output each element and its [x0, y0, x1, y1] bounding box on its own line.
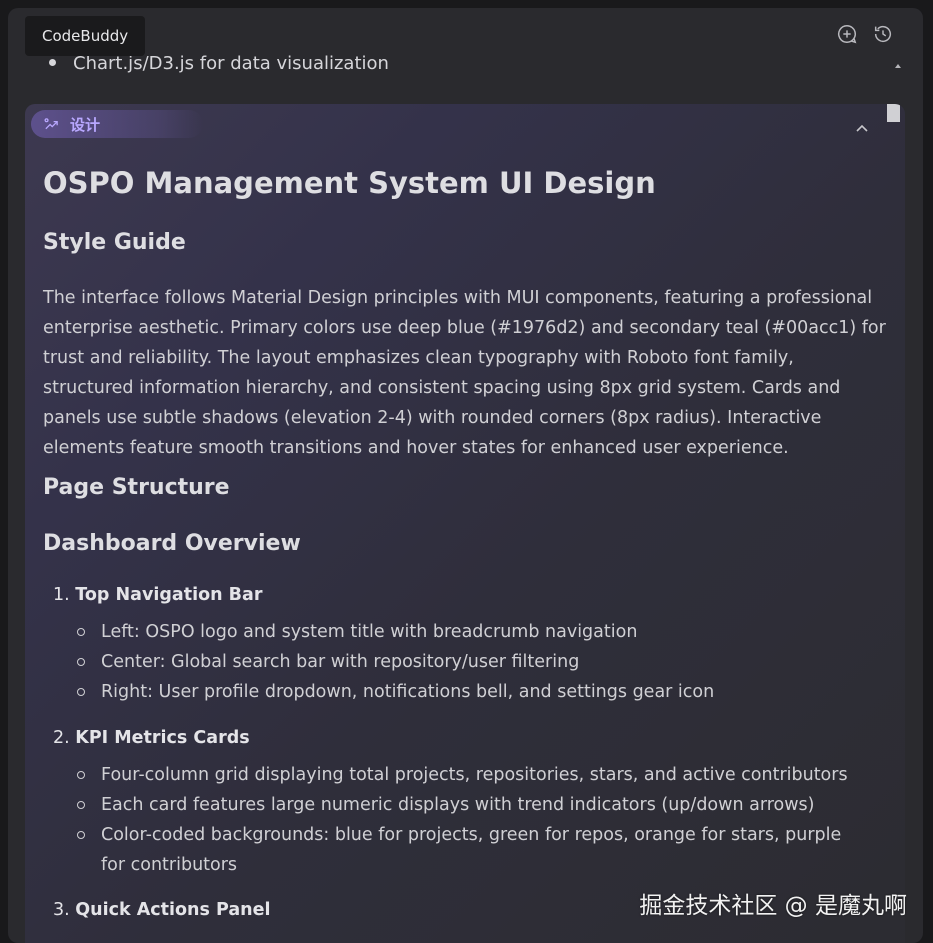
scrollbar-thumb[interactable]: [887, 104, 900, 122]
card-content: OSPO Management System UI Design Style G…: [43, 164, 886, 920]
section-title: Quick Actions Panel: [75, 900, 271, 920]
codebuddy-panel: CodeBuddy Chart.js/D3.js for data visual…: [8, 8, 923, 943]
list-item: Each card features large numeric display…: [53, 790, 853, 820]
dashboard-heading: Dashboard Overview: [43, 531, 301, 556]
list-item: Color-coded backgrounds: blue for projec…: [53, 820, 853, 880]
design-icon: [44, 117, 58, 129]
list-item: Left: OSPO logo and system title with br…: [53, 617, 714, 647]
new-chat-icon[interactable]: [836, 23, 858, 45]
scroll-up-caret[interactable]: [895, 64, 901, 68]
watermark: 掘金技术社区 @ 是魔丸啊: [639, 893, 907, 919]
section-kpi-cards: 2. KPI Metrics Cards Four-column grid di…: [53, 728, 853, 880]
section-number: 1.: [53, 585, 70, 605]
section-number: 2.: [53, 728, 70, 748]
style-guide-text: The interface follows Material Design pr…: [43, 288, 886, 458]
bullet-dot: [49, 58, 56, 66]
section-title: KPI Metrics Cards: [75, 728, 250, 748]
list-item: Right: User profile dropdown, notificati…: [53, 677, 714, 707]
section-quick-actions: 3. Quick Actions Panel: [53, 900, 270, 920]
previous-bullet-text: Chart.js/D3.js for data visualization: [73, 53, 389, 74]
list-item: Four-column grid displaying total projec…: [53, 760, 853, 790]
page-structure-heading: Page Structure: [43, 475, 230, 500]
section-top-navigation: 1. Top Navigation Bar Left: OSPO logo an…: [53, 585, 714, 707]
history-icon[interactable]: [872, 23, 894, 45]
section-title: Top Navigation Bar: [75, 585, 263, 605]
section-number: 3.: [53, 900, 70, 920]
tooltip: CodeBuddy: [25, 16, 146, 56]
style-guide-heading: Style Guide: [43, 230, 186, 255]
page-title: OSPO Management System UI Design: [43, 166, 656, 200]
chip-label: 设计: [70, 115, 101, 134]
previous-bullet: Chart.js/D3.js for data visualization: [49, 53, 389, 74]
collapse-caret-icon[interactable]: [855, 118, 869, 132]
design-chip: 设计: [31, 110, 203, 138]
design-card: 设计 OSPO Management System UI Design Styl…: [25, 104, 905, 943]
list-item: Center: Global search bar with repositor…: [53, 647, 714, 677]
